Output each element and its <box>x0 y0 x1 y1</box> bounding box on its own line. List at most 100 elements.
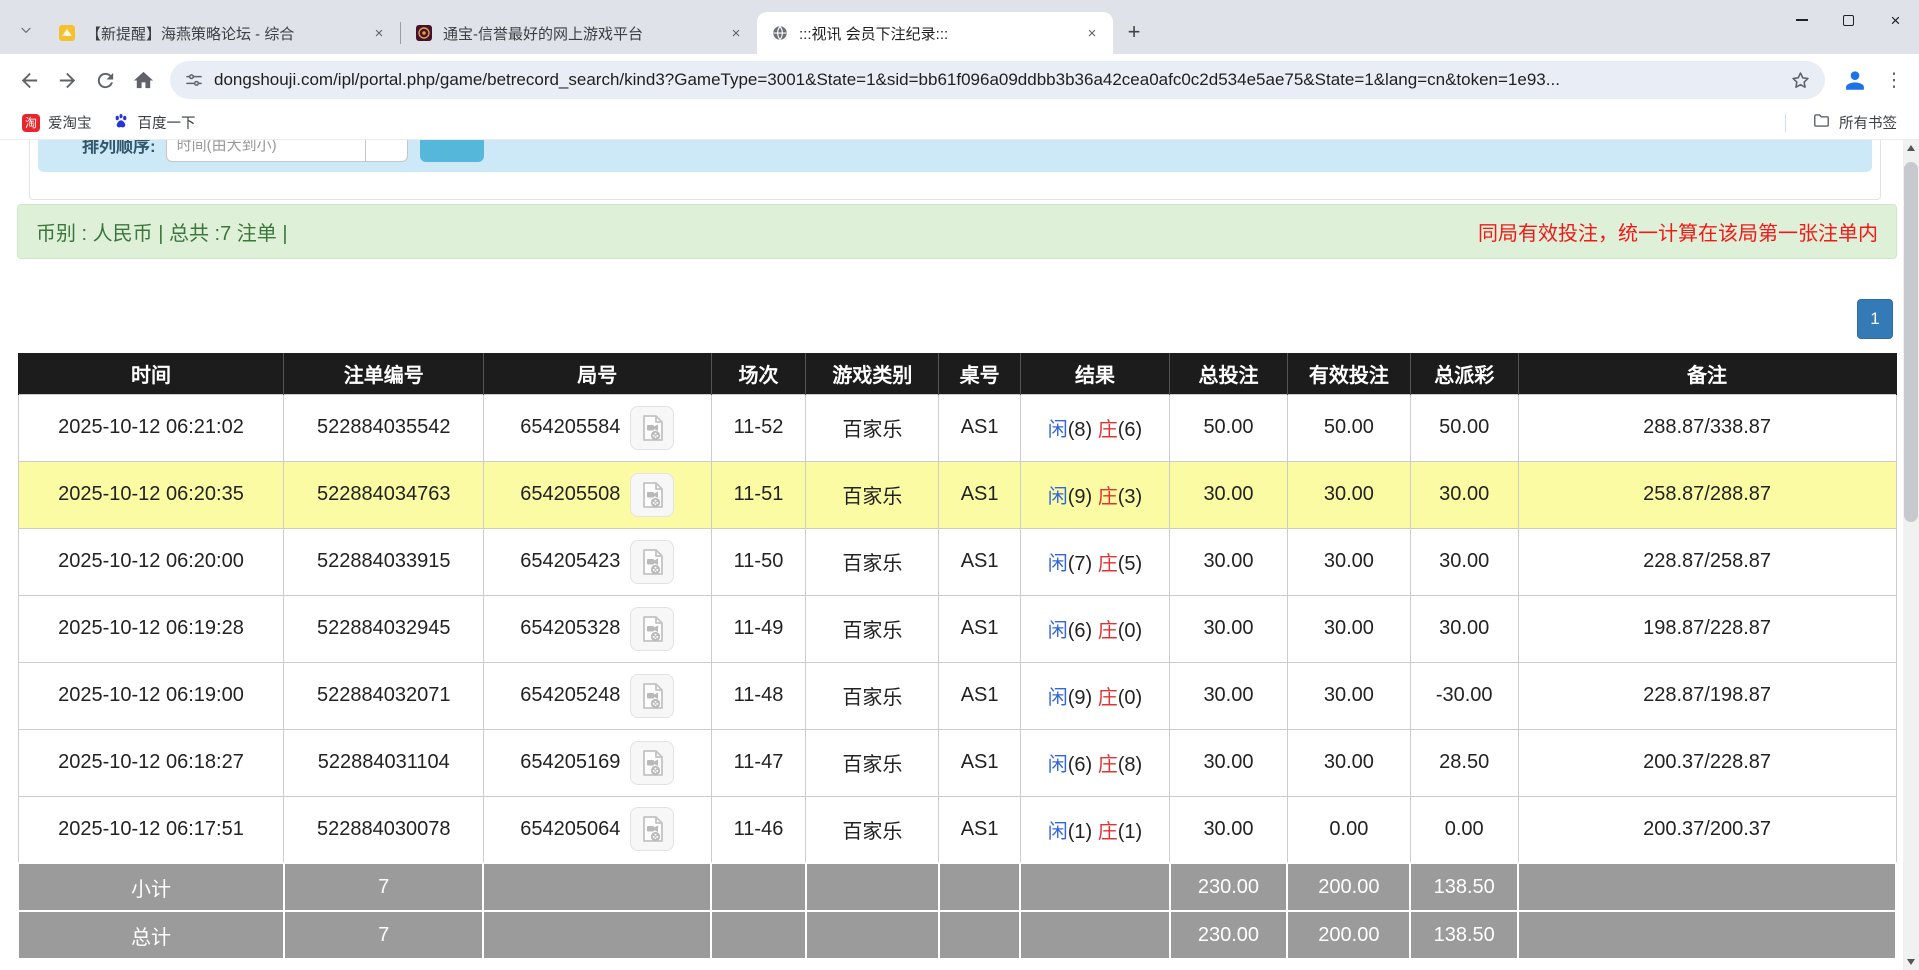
tab-close-icon[interactable]: × <box>725 22 747 44</box>
subtotal-empty <box>1518 863 1896 911</box>
bet-record-page: 排列顺序: 币别 : 人民币 | 总共 :7 注单 | 同局有效投注，统一计算在… <box>0 140 1919 960</box>
grand-total-empty <box>939 911 1021 959</box>
video-replay-button[interactable] <box>630 540 674 584</box>
cell-payout: -30.00 <box>1410 662 1518 729</box>
taobao-icon: 淘 <box>22 114 40 132</box>
address-bar[interactable]: dongshouji.com/ipl/portal.php/game/betre… <box>170 61 1825 99</box>
summary-info-bar: 币别 : 人民币 | 总共 :7 注单 | 同局有效投注，统一计算在该局第一张注… <box>17 204 1897 259</box>
cell-round: 654205508 <box>483 461 711 528</box>
video-replay-button[interactable] <box>630 807 674 851</box>
all-bookmarks-button[interactable]: 所有书签 <box>1802 107 1907 138</box>
tab-search-caret-icon[interactable] <box>12 16 40 44</box>
cell-payout: 30.00 <box>1410 461 1518 528</box>
bookmarks-bar: 淘 爱淘宝 百度一下 所有书签 <box>0 106 1919 140</box>
cell-result: 闲(6) 庄(8) <box>1020 729 1169 796</box>
bet-record-row: 2025-10-12 06:19:28522884032945654205328… <box>18 595 1896 662</box>
search-button[interactable] <box>420 140 484 162</box>
scroll-up-icon[interactable] <box>1903 140 1919 156</box>
scrollbar-thumb[interactable] <box>1904 162 1918 522</box>
cell-bet-no: 522884034763 <box>284 461 483 528</box>
video-replay-button[interactable] <box>630 607 674 651</box>
cell-table-no: AS1 <box>939 528 1021 595</box>
video-replay-icon <box>636 813 668 845</box>
grand-total-label: 总计 <box>18 911 284 959</box>
bookmark-baidu[interactable]: 百度一下 <box>102 108 206 138</box>
cell-note: 198.87/228.87 <box>1518 595 1896 662</box>
video-replay-button[interactable] <box>630 674 674 718</box>
tab-close-icon[interactable]: × <box>1081 22 1103 44</box>
video-replay-button[interactable] <box>630 473 674 517</box>
subtotal-empty <box>483 863 711 911</box>
header-session: 场次 <box>711 353 806 394</box>
video-replay-icon <box>636 747 668 779</box>
video-replay-button[interactable] <box>630 406 674 450</box>
cell-time: 2025-10-12 06:19:00 <box>18 662 284 729</box>
tab-tongbao[interactable]: 通宝-信誉最好的网上游戏平台 × <box>401 12 757 54</box>
home-button[interactable] <box>124 61 162 99</box>
subtotal-row: 小计 7 230.00 200.00 138.50 <box>18 863 1896 911</box>
cell-table-no: AS1 <box>939 796 1021 863</box>
minimize-button[interactable] <box>1778 0 1825 40</box>
sort-order-label: 排列顺序: <box>82 140 156 157</box>
tab-bet-record-active[interactable]: :::视讯 会员下注纪录::: × <box>757 12 1113 54</box>
scroll-down-icon[interactable] <box>1903 954 1919 970</box>
bookmark-star-icon[interactable] <box>1785 65 1815 95</box>
video-replay-icon <box>636 680 668 712</box>
url-text[interactable]: dongshouji.com/ipl/portal.php/game/betre… <box>214 70 1785 90</box>
search-panel: 排列顺序: <box>29 140 1881 200</box>
browser-menu-icon[interactable]: ⋮ <box>1879 62 1909 98</box>
grand-total-empty <box>1020 911 1169 959</box>
tab-close-icon[interactable]: × <box>368 22 390 44</box>
subtotal-label: 小计 <box>18 863 284 911</box>
site-settings-icon[interactable] <box>184 70 204 90</box>
cell-session: 11-48 <box>711 662 806 729</box>
cell-result: 闲(8) 庄(6) <box>1020 394 1169 461</box>
cell-table-no: AS1 <box>939 461 1021 528</box>
tab-forum[interactable]: 【新提醒】海燕策略论坛 - 综合 × <box>44 12 400 54</box>
profile-avatar-icon[interactable] <box>1837 62 1873 98</box>
cell-round: 654205584 <box>483 394 711 461</box>
close-button[interactable]: × <box>1872 0 1919 40</box>
currency-total-text: 币别 : 人民币 | 总共 :7 注单 | <box>36 217 288 246</box>
cell-round: 654205064 <box>483 796 711 863</box>
cell-result: 闲(1) 庄(1) <box>1020 796 1169 863</box>
bookmarks-divider <box>1785 114 1786 132</box>
forward-button[interactable] <box>48 61 86 99</box>
globe-favicon-icon <box>771 24 789 42</box>
grand-total-payout: 138.50 <box>1410 911 1518 959</box>
subtotal-count: 7 <box>284 863 483 911</box>
reload-button[interactable] <box>86 61 124 99</box>
cell-bet-no: 522884032945 <box>284 595 483 662</box>
video-replay-icon <box>636 546 668 578</box>
bookmark-taobao[interactable]: 淘 爱淘宝 <box>12 108 102 137</box>
bet-record-row: 2025-10-12 06:20:00522884033915654205423… <box>18 528 1896 595</box>
cell-note: 200.37/200.37 <box>1518 796 1896 863</box>
header-note: 备注 <box>1518 353 1896 394</box>
cell-session: 11-50 <box>711 528 806 595</box>
cell-payout: 50.00 <box>1410 394 1518 461</box>
maximize-button[interactable] <box>1825 0 1872 40</box>
back-button[interactable] <box>10 61 48 99</box>
video-replay-button[interactable] <box>630 741 674 785</box>
subtotal-empty <box>711 863 806 911</box>
header-valid-bet: 有效投注 <box>1287 353 1410 394</box>
cell-valid-bet: 50.00 <box>1287 394 1410 461</box>
cell-bet-no: 522884032071 <box>284 662 483 729</box>
page-1-button[interactable]: 1 <box>1857 299 1893 339</box>
cell-total-bet: 30.00 <box>1170 662 1288 729</box>
cell-bet-no: 522884030078 <box>284 796 483 863</box>
cell-round: 654205328 <box>483 595 711 662</box>
bookmarks-right: 所有书签 <box>1785 107 1907 138</box>
cell-valid-bet: 30.00 <box>1287 528 1410 595</box>
cell-bet-no: 522884031104 <box>284 729 483 796</box>
cell-session: 11-46 <box>711 796 806 863</box>
vertical-scrollbar[interactable] <box>1903 140 1919 970</box>
subtotal-empty <box>1020 863 1169 911</box>
new-tab-button[interactable]: + <box>1119 17 1149 47</box>
header-game-type: 游戏类别 <box>806 353 939 394</box>
header-payout: 总派彩 <box>1410 353 1518 394</box>
sort-order-input[interactable] <box>166 140 366 162</box>
cell-table-no: AS1 <box>939 729 1021 796</box>
tab-title: 【新提醒】海燕策略论坛 - 综合 <box>86 23 368 44</box>
sort-order-select[interactable] <box>366 140 408 162</box>
